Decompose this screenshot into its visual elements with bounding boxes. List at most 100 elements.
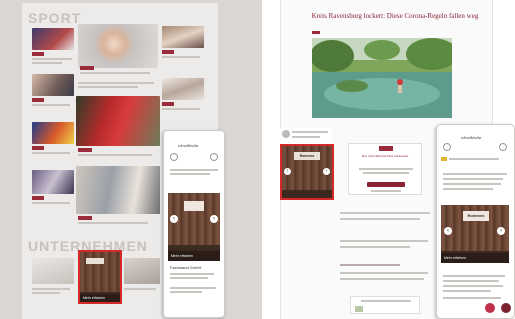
- related-box[interactable]: [350, 296, 420, 314]
- article-text-line: [340, 240, 428, 242]
- chevron-left-icon[interactable]: ‹: [170, 215, 178, 223]
- article-title-line: [78, 86, 138, 88]
- article-text-line: [170, 169, 218, 171]
- phone-ad-card[interactable]: Rommes ‹ › Mehr erfahren: [441, 205, 509, 263]
- article-title-line: [80, 72, 150, 74]
- login-link[interactable]: [371, 190, 401, 192]
- article-tile-featured[interactable]: [78, 24, 158, 78]
- section-heading-sport: SPORT: [28, 10, 82, 26]
- article-tile[interactable]: [32, 122, 74, 162]
- category-tag: [78, 216, 92, 220]
- article-list-entry[interactable]: [78, 80, 158, 90]
- category-tag: [80, 66, 94, 70]
- ad-text-line: [170, 287, 216, 289]
- article-title-line: [78, 154, 152, 156]
- article-tile[interactable]: [32, 170, 74, 216]
- article-text-line: [443, 275, 505, 277]
- ad-cta[interactable]: Mehr erfahren: [441, 253, 509, 263]
- article-text-line: [443, 178, 503, 180]
- related-title-line: [361, 300, 411, 302]
- article-image: [76, 96, 160, 146]
- category-tag: [78, 148, 92, 152]
- article-tile[interactable]: [32, 74, 74, 114]
- article-tile[interactable]: [32, 28, 74, 68]
- article-tile-featured[interactable]: [76, 96, 160, 160]
- site-logo[interactable]: schwäbische: [461, 135, 481, 140]
- company-title-line: [32, 288, 70, 290]
- article-title-line: [32, 152, 70, 154]
- category-tag: [32, 146, 44, 150]
- category-tag: [162, 102, 174, 106]
- category-tag: [312, 31, 320, 34]
- category-tag: [162, 50, 174, 54]
- ad-brand: Rommes: [463, 211, 489, 221]
- company-tile[interactable]: [124, 258, 160, 302]
- phone-status-bar: [168, 134, 220, 137]
- subscription-overlay: Das Schwäbische Plus entdecken: [348, 143, 422, 195]
- article-tile[interactable]: [162, 78, 204, 122]
- company-title-line: [32, 292, 60, 294]
- article-text-line: [340, 246, 410, 248]
- article-text-line: [340, 212, 430, 214]
- article-title-line: [162, 56, 200, 58]
- author-text-line: [292, 131, 328, 133]
- chevron-right-icon[interactable]: ›: [497, 227, 505, 235]
- company-image: [32, 258, 74, 284]
- article-text-line: [443, 183, 501, 185]
- article-image: [78, 24, 158, 68]
- article-title-line: [78, 222, 148, 224]
- article-text-line: [340, 218, 420, 220]
- article-meta-line: [449, 158, 499, 160]
- article-title-line: [32, 62, 62, 64]
- user-icon[interactable]: [210, 153, 218, 161]
- author-text-line: [292, 136, 320, 138]
- flag-icon: [441, 157, 447, 161]
- highlight-frame: [78, 250, 122, 304]
- related-thumb: [355, 306, 363, 312]
- left-screenshot-panel: SPORT UNTERNEHMEN Mehr erfahren schwäbis…: [0, 0, 262, 319]
- company-image: [124, 258, 160, 284]
- article-text-line: [340, 278, 424, 280]
- user-icon[interactable]: [499, 143, 507, 151]
- menu-icon[interactable]: [443, 143, 451, 151]
- subscribe-button[interactable]: [367, 182, 405, 187]
- menu-icon[interactable]: [170, 153, 178, 161]
- phone-status-bar: [441, 128, 510, 131]
- company-title-line: [124, 288, 156, 290]
- company-tile[interactable]: [32, 258, 74, 304]
- article-tile[interactable]: [162, 26, 204, 70]
- category-tag: [32, 196, 44, 200]
- share-button[interactable]: [485, 303, 495, 313]
- avatar: [282, 130, 290, 138]
- bookmark-button[interactable]: [501, 303, 511, 313]
- overlay-title: Das Schwäbische Plus entdecken: [361, 154, 409, 158]
- article-tile-featured[interactable]: [76, 166, 160, 230]
- phone-ad-card[interactable]: ‹ › Mehr erfahren: [168, 193, 220, 261]
- article-title-line: [32, 202, 70, 204]
- subheading-line: [340, 264, 400, 266]
- ad-text-line: [170, 291, 202, 293]
- article-image: [162, 26, 204, 48]
- article-text-line: [443, 173, 507, 175]
- chevron-right-icon[interactable]: ›: [210, 215, 218, 223]
- article-title-line: [32, 58, 72, 60]
- category-tag: [32, 52, 44, 56]
- ad-cta[interactable]: Mehr erfahren: [168, 251, 220, 261]
- article-image: [32, 28, 74, 50]
- ad-text-line: [170, 277, 208, 279]
- article-text-line: [340, 272, 428, 274]
- category-tag: [32, 98, 44, 102]
- article-image: [76, 166, 160, 214]
- article-title-line: [162, 108, 200, 110]
- article-text-line: [443, 297, 501, 299]
- chevron-left-icon[interactable]: ‹: [444, 227, 452, 235]
- overlay-text-line: [363, 172, 409, 174]
- article-hero-image: [310, 38, 458, 118]
- site-logo[interactable]: schwäbische: [178, 143, 198, 148]
- article-image: [32, 74, 74, 96]
- article-title-line: [32, 104, 70, 106]
- mobile-phone-mockup: schwäbische ‹ › Mehr erfahren Fachstand …: [163, 130, 225, 318]
- article-image: [32, 122, 74, 144]
- ad-text-line: [170, 273, 214, 275]
- sidebar-author-box: [280, 128, 332, 144]
